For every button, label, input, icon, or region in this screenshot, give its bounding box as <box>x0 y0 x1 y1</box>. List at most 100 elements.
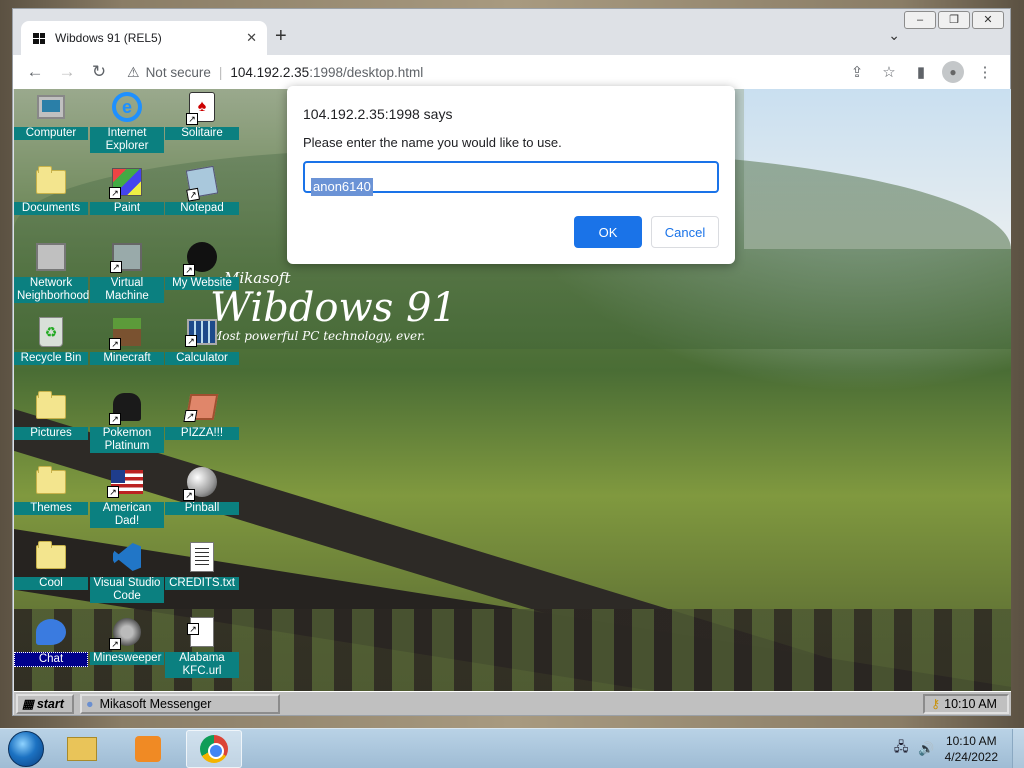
desktop-icon-minesweeper[interactable]: Minesweeper <box>90 616 164 665</box>
paint-icon <box>109 168 142 199</box>
network-icon <box>36 243 66 271</box>
pokemon-icon <box>109 393 141 425</box>
desktop-icon-calculator[interactable]: Calculator <box>165 316 239 365</box>
recycle-bin-icon: ♻ <box>39 317 63 347</box>
desktop-icon-kfc-url[interactable]: Alabama KFC.url <box>165 616 239 678</box>
desktop-icon-virtual-machine[interactable]: Virtual Machine <box>90 241 164 303</box>
desktop-icon-pinball[interactable]: Pinball <box>165 466 239 515</box>
vscode-icon <box>113 543 141 571</box>
internet-explorer-icon: e <box>112 92 142 122</box>
desktop-icon-chat[interactable]: Chat <box>14 616 88 667</box>
icon-label: Virtual Machine <box>90 277 164 303</box>
desktop-icon-paint[interactable]: Paint <box>90 166 164 215</box>
security-label: Not secure <box>145 64 211 80</box>
desktop-icon-computer[interactable]: Computer <box>14 91 88 140</box>
icon-label: Recycle Bin <box>14 352 88 365</box>
back-arrow-icon[interactable]: ← <box>21 58 49 86</box>
browser-tab[interactable]: Wibdows 91 (REL5) ✕ <box>21 21 267 55</box>
virtual-machine-icon <box>110 243 142 273</box>
side-panel-icon[interactable]: ▮ <box>910 63 932 81</box>
us-flag-icon <box>107 470 143 498</box>
ok-button[interactable]: OK <box>574 216 642 248</box>
taskbar-media-player[interactable] <box>120 730 176 768</box>
desktop-icon-my-website[interactable]: My Website <box>165 241 239 290</box>
desktop-icon-documents[interactable]: Documents <box>14 166 88 215</box>
folder-icon <box>36 466 66 494</box>
desktop-icon-minecraft[interactable]: Minecraft <box>90 316 164 365</box>
reload-icon[interactable]: ↻ <box>85 58 113 86</box>
icon-label: Pinball <box>165 502 239 515</box>
desktop-icon-notepad[interactable]: Notepad <box>165 165 239 215</box>
network-tray-icon[interactable]: 🖧 <box>894 738 909 760</box>
cancel-button[interactable]: Cancel <box>651 216 719 248</box>
icon-label: Solitaire <box>165 127 239 140</box>
warning-icon[interactable]: ⚠ <box>127 64 140 81</box>
taskbar-chrome[interactable] <box>186 729 242 768</box>
desktop-icon-pokemon[interactable]: Pokemon Platinum <box>90 391 164 453</box>
desktop-icon-recycle-bin[interactable]: ♻ Recycle Bin <box>14 316 88 365</box>
icon-label: Network Neighborhood <box>14 277 89 303</box>
system-tray: 🖧 🔊 10:10 AM 4/24/2022 <box>894 733 998 765</box>
system-clock[interactable]: 10:10 AM 4/24/2022 <box>945 733 998 765</box>
minecraft-icon <box>109 318 141 350</box>
chat-bubble-icon <box>36 619 66 645</box>
wibdows-taskbar: ▦ start ● Mikasoft Messenger ⚷ 10:10 AM <box>14 691 1011 715</box>
show-desktop-button[interactable] <box>1012 728 1024 768</box>
clock-date: 4/24/2022 <box>944 749 998 764</box>
desktop-icon-credits[interactable]: CREDITS.txt <box>165 541 239 590</box>
desktop-icon-pictures[interactable]: Pictures <box>14 391 88 440</box>
windows-start-orb-icon[interactable] <box>8 730 44 767</box>
icon-label: Computer <box>14 127 88 140</box>
desktop-icon-cool[interactable]: Cool <box>14 541 88 590</box>
github-icon <box>183 242 217 276</box>
profile-avatar-icon[interactable]: ● <box>942 61 964 83</box>
tab-close-icon[interactable]: ✕ <box>246 30 257 46</box>
desktop-icon-vscode[interactable]: Visual Studio Code <box>90 541 164 603</box>
tab-search-chevron-icon[interactable]: ⌄ <box>888 27 900 44</box>
icon-label: My Website <box>165 277 239 290</box>
icon-label: Pictures <box>14 427 88 440</box>
brand-title: Wibdows 91 <box>210 285 457 331</box>
taskbar-window-messenger[interactable]: ● Mikasoft Messenger <box>80 693 280 714</box>
menu-kebab-icon[interactable]: ⋮ <box>974 63 996 81</box>
media-player-icon <box>135 735 161 762</box>
desktop-icon-american-dad[interactable]: American Dad! <box>90 466 164 528</box>
icon-label: Minesweeper <box>90 652 164 665</box>
brand-tagline: Most powerful PC technology, ever. <box>210 329 426 343</box>
desktop-icon-solitaire[interactable]: ♠ Solitaire <box>165 91 239 140</box>
address-bar[interactable]: ⚠ Not secure | 104.192.2.35:1998/desktop… <box>127 64 846 81</box>
new-tab-button[interactable]: + <box>275 25 287 48</box>
icon-label: Documents <box>14 202 88 215</box>
desktop-icon-internet-explorer[interactable]: e Internet Explorer <box>90 91 164 153</box>
name-input[interactable] <box>303 161 719 193</box>
messenger-icon: ● <box>86 696 94 711</box>
calculator-icon <box>185 319 217 347</box>
wibdows-logo: Mikasoft Wibdows 91 Most powerful PC tec… <box>210 269 457 343</box>
wibdows-clock[interactable]: ⚷ 10:10 AM <box>923 693 1009 714</box>
minimize-button[interactable]: – <box>904 11 936 29</box>
desktop-icon-pizza[interactable]: PIZZA!!! <box>165 391 239 440</box>
prompt-dialog: 104.192.2.35:1998 says Please enter the … <box>287 86 735 264</box>
start-button[interactable]: ▦ start <box>16 693 74 714</box>
desktop-icon-themes[interactable]: Themes <box>14 466 88 515</box>
restore-button[interactable]: ❐ <box>938 11 970 29</box>
icon-label: Themes <box>14 502 88 515</box>
url-host: 104.192.2.35 <box>230 64 310 80</box>
taskbar-explorer[interactable] <box>54 730 110 768</box>
tab-favicon-icon <box>33 33 45 44</box>
web-link-icon <box>187 617 214 647</box>
volume-icon[interactable]: 🔊 <box>918 741 934 757</box>
forward-arrow-icon[interactable]: → <box>53 58 81 86</box>
icon-label: American Dad! <box>90 502 164 528</box>
toolbar-actions: ⇪ ☆ ▮ ● ⋮ <box>846 61 996 83</box>
desktop-icon-network[interactable]: Network Neighborhood <box>14 241 89 303</box>
bookmark-star-icon[interactable]: ☆ <box>878 63 900 81</box>
url-path: :1998/desktop.html <box>309 64 424 80</box>
mine-icon <box>109 618 141 650</box>
text-file-icon <box>190 542 214 572</box>
folder-icon <box>36 541 66 569</box>
dialog-buttons: OK Cancel <box>574 216 719 248</box>
browser-toolbar: ← → ↻ ⚠ Not secure | 104.192.2.35:1998/d… <box>13 55 1010 89</box>
share-icon[interactable]: ⇪ <box>846 63 868 81</box>
close-window-button[interactable]: ✕ <box>972 11 1004 29</box>
